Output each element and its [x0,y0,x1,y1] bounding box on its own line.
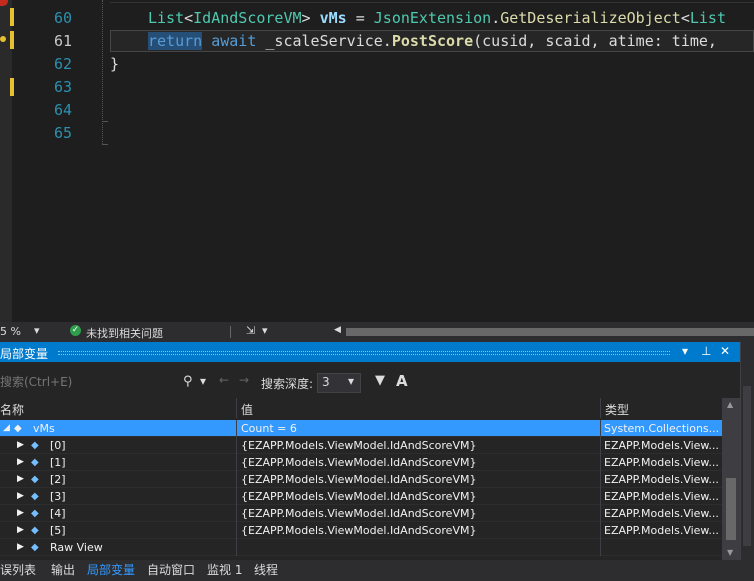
chevron-down-icon[interactable]: ▾ [262,324,268,337]
change-marker [10,31,14,49]
line-number: 65 [53,124,72,142]
chevron-down-icon[interactable]: ▾ [200,374,206,388]
window-position-icon[interactable]: ▾ [682,344,688,358]
divider [230,326,231,338]
forward-arrow-icon[interactable]: → [239,373,249,387]
table-row[interactable]: ▶ ◆ [2] {EZAPP.Models.ViewModel.IdAndSco… [0,471,722,488]
search-icon[interactable]: ⚲ [183,374,193,389]
table-row[interactable]: ▶ ◆ [5] {EZAPP.Models.ViewModel.IdAndSco… [0,522,722,539]
clipped-line [110,0,754,3]
code-guide [102,0,104,144]
pin-icon[interactable]: ⊥ [701,344,711,358]
collapse-icon[interactable]: ◢ [3,420,10,437]
code-line-61: return await _scaleService.PostScore(cus… [148,32,717,50]
object-icon: ◆ [31,491,39,502]
column-header-type[interactable]: 类型 [605,401,629,418]
object-icon: ◆ [31,457,39,468]
line-number: 63 [53,78,72,96]
tab-threads[interactable]: 线程 [254,560,278,581]
tab-autos[interactable]: 自动窗口 [147,560,195,581]
column-header-name[interactable]: 名称 [0,401,24,418]
scroll-down-icon[interactable]: ▼ [727,548,733,557]
object-icon: ◆ [31,508,39,519]
object-icon: ◆ [31,525,39,536]
check-circle-icon: ✓ [70,325,81,336]
chevron-down-icon: ▾ [348,374,355,388]
column-header-value[interactable]: 值 [241,401,253,418]
code-guide-end [102,121,108,122]
filter-icon[interactable]: ▼ [375,373,385,388]
object-icon: ◆ [31,440,39,451]
line-number: 61 [53,32,72,50]
vertical-scrollbar[interactable]: ▲ ▼ [722,398,740,560]
table-row[interactable]: ▶ ◆ [1] {EZAPP.Models.ViewModel.IdAndSco… [0,454,722,471]
titlebar-grip [58,351,670,355]
scrollbar-strip [743,386,751,546]
selected-keyword: return [148,32,203,50]
back-arrow-icon[interactable]: ← [219,373,229,387]
table-row[interactable]: ▶ ◆ [0] {EZAPP.Models.ViewModel.IdAndSco… [0,437,722,454]
table-row[interactable]: ▶ ◆ Raw View [0,539,722,556]
horizontal-scrollbar[interactable] [346,328,754,336]
left-arrow-icon[interactable]: ◀ [334,325,341,335]
search-depth-select[interactable]: 3 ▾ [317,373,361,393]
line-number: 60 [53,9,72,27]
panel-titlebar: 局部变量 ▾ ⊥ ✕ [0,342,740,362]
expand-icon[interactable]: ▶ [17,505,24,522]
code-line-60: List<IdAndScoreVM> vMs = JsonExtension.G… [148,9,726,27]
scroll-thumb[interactable] [726,478,736,540]
object-icon: ◆ [14,423,22,434]
tab-locals[interactable]: 局部变量 [87,560,135,581]
locals-toolbar: ⚲ ▾ ← → 搜索深度: 3 ▾ ▼ A [0,372,740,395]
code-line-62: } [110,55,120,73]
expand-icon[interactable]: ▶ [17,539,24,556]
search-input[interactable] [0,373,180,391]
code-guide-end [102,144,108,145]
tab-output[interactable]: 输出 [51,560,75,581]
tab-error-list[interactable]: 错误列表 [0,560,36,581]
expand-icon[interactable]: ▶ [17,471,24,488]
current-line-arrow-icon [0,36,6,42]
change-marker [10,8,14,26]
close-icon[interactable]: ✕ [720,344,730,358]
editor-statusbar: 5 % ▾ ✓ 未找到相关问题 ⇲ ▾ ◀ [0,322,754,342]
expand-icon[interactable]: ▶ [17,522,24,539]
locals-panel: 局部变量 ▾ ⊥ ✕ ⚲ ▾ ← → 搜索深度: 3 ▾ ▼ A 名称 值 类型… [0,342,740,560]
zoom-level[interactable]: 5 % [0,325,21,338]
expand-icon[interactable]: ▶ [17,454,24,471]
line-number: 64 [53,101,72,119]
chevron-down-icon[interactable]: ▾ [34,324,40,337]
panel-title: 局部变量 [0,347,49,361]
tab-watch-1[interactable]: 监视 1 [207,560,242,581]
table-row[interactable]: ▶ ◆ [4] {EZAPP.Models.ViewModel.IdAndSco… [0,505,722,522]
side-panel-edge [740,342,754,560]
expand-icon[interactable]: ▶ [17,488,24,505]
table-row[interactable]: ▶ ◆ [3] {EZAPP.Models.ViewModel.IdAndSco… [0,488,722,505]
change-marker [10,78,14,96]
object-icon: ◆ [31,474,39,485]
raw-view-icon: ◆ [31,542,39,553]
code-editor[interactable]: 60 List<IdAndScoreVM> vMs = JsonExtensio… [0,0,754,322]
font-icon[interactable]: A [396,372,408,390]
brush-icon[interactable]: ⇲ [246,324,255,337]
expand-icon[interactable]: ▶ [17,437,24,454]
table-row[interactable]: ◢ ◆ vMs Count = 6 System.Collections.... [0,420,722,437]
grid-header: 名称 值 类型 [0,398,722,418]
search-depth-label: 搜索深度: [261,377,314,391]
scroll-up-icon[interactable]: ▲ [727,400,733,409]
bottom-tab-bar: 错误列表 输出 局部变量 自动窗口 监视 1 线程 [0,560,754,581]
line-number: 62 [53,55,72,73]
issues-status[interactable]: 未找到相关问题 [86,325,163,341]
